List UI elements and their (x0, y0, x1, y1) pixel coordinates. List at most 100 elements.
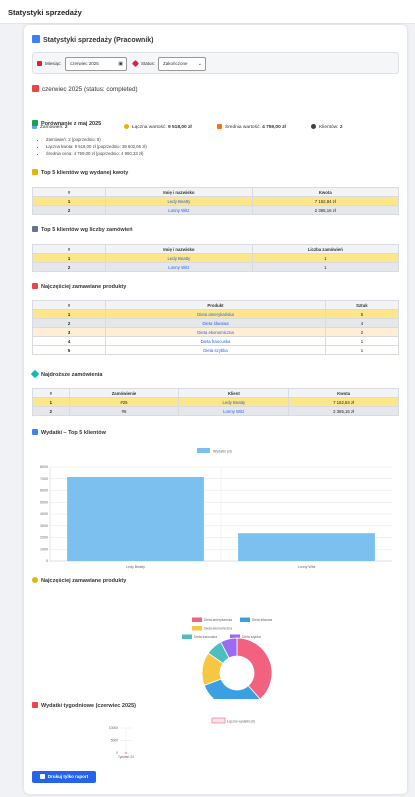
pie-chart-heading: Najczęściej zamawiane produkty (41, 578, 127, 584)
legend-swatch (197, 448, 210, 453)
stat-average: Średnia wartość: 4 759,00 zł (217, 124, 286, 130)
trend-icon (32, 120, 38, 126)
chart-icon (32, 35, 40, 43)
table-row: 2 Lonny Witz 1 (31, 262, 400, 272)
y-tick-label: 5000 (40, 500, 48, 504)
legend-swatch (211, 717, 226, 724)
legend-swatch (182, 634, 192, 639)
column-header: Produkt (105, 300, 326, 310)
print-report-button[interactable]: Drukuj tylko raport (32, 771, 96, 783)
table-row: 2 #6 Lonny Witz 2 365,16 zł (32, 406, 399, 416)
table-row: 2 Dieta śliwowa 4 (31, 318, 400, 328)
report-card: Statystyki sprzedaży (Pracownik) Miesiąc… (24, 25, 407, 794)
y-tick-label: 3000 (40, 524, 48, 528)
bar (238, 533, 375, 561)
diamond-icon (30, 369, 40, 379)
calendar-icon (32, 702, 38, 708)
spending-bar-chart: Wydatki (zł) 0 1000 2000 3000 4000 5000 6000 700… (32, 443, 399, 573)
utensils-icon (32, 283, 38, 289)
client-link[interactable]: Lonny Witz (105, 205, 253, 215)
report-title: Statystyki sprzedaży (Pracownik) (43, 37, 154, 44)
list-item: Zamówień: 2 (poprzednio: 8) (46, 137, 147, 144)
table-header-row: # Imię i nazwisko Liczba zamówień (31, 244, 400, 254)
bar-chart-heading: Wydatki – Top 5 klientów (41, 430, 106, 436)
top-orders-heading: Top 5 klientów wg liczby zamówień (41, 227, 133, 233)
month-input[interactable]: czerwiec 2025 ▣ (65, 57, 127, 71)
column-header: Imię i nazwisko (105, 244, 253, 254)
weekly-line-chart: Łączne wydatki (zł) 0 5000 10000 Tydzień 24 (32, 715, 399, 763)
pin-icon (131, 59, 140, 68)
pie-chart-heading-row: Najczęściej zamawiane produkty (32, 577, 126, 584)
y-tick-label: 4000 (40, 512, 48, 516)
bar-chart-heading-row: Wydatki – Top 5 klientów (32, 429, 106, 436)
bar (67, 476, 204, 561)
top-amount-table: # Imię i nazwisko Kwota 1 Ledy Beatty 7 … (31, 187, 400, 215)
expensive-orders-heading-row: Najdroższe zamówienia (30, 369, 103, 379)
chart-icon (32, 429, 38, 435)
expensive-orders-table: # Zamówienie Klient Kwota 1 #25 Ledy Bea… (32, 388, 399, 416)
table-row: 1 #25 Ledy Beatty 7 152,84 zł (32, 397, 399, 407)
stat-total: Łączna wartość: 9 518,00 zł (124, 124, 192, 130)
month-filter-label: Miesiąc: (37, 61, 62, 66)
column-header: Zamówienie (68, 388, 180, 398)
client-link[interactable]: Ledy Beatty (105, 253, 253, 263)
stat-clients: Klientów: 2 (311, 124, 342, 130)
column-header: # (32, 388, 70, 398)
column-header: # (31, 244, 107, 254)
money-bag-icon (124, 124, 129, 129)
top-amount-heading: Top 5 klientów wg wydanej kwoty (41, 170, 129, 176)
legend-label: Wydatki (zł) (213, 449, 232, 453)
top-bar: Statystyki sprzedaży (0, 0, 415, 24)
client-link[interactable]: Lonny Witz (178, 406, 290, 416)
client-link[interactable]: Ledy Beatty (178, 397, 290, 407)
expensive-orders-heading: Najdroższe zamówienia (41, 372, 103, 378)
top-products-table: # Produkt Sztuk 1 Dieta amerykańska 5 2 … (31, 300, 400, 355)
column-header: Liczba zamówień (251, 244, 400, 254)
calendar-icon (32, 85, 39, 92)
table-header-row: # Imię i nazwisko Kwota (31, 187, 400, 197)
status-filter-label: Status: (131, 59, 155, 68)
product-link[interactable]: Dieta amerykańska (105, 309, 326, 319)
comparison-list: Zamówień: 2 (poprzednio: 8) Łączna kwota… (40, 137, 147, 157)
y-tick-label: 7000 (40, 477, 48, 481)
product-link[interactable]: Dieta szybka (105, 345, 326, 355)
x-tick-label: Ledy Beatty (126, 565, 145, 569)
calendar-picker-icon[interactable]: ▣ (118, 58, 123, 70)
product-link[interactable]: Dieta śliwowa (105, 318, 326, 328)
legend-label: Dieta szybka (242, 635, 261, 639)
comparison-heading-row: Porównanie z maj 2025 (32, 120, 101, 127)
product-link[interactable]: Dieta francuska (105, 336, 326, 346)
legend-label: Dieta śliwowa (252, 618, 272, 622)
table-header-row: # Produkt Sztuk (31, 300, 400, 310)
client-link[interactable]: Lonny Witz (105, 262, 253, 272)
x-tick-label: Lonny Witz (298, 565, 316, 569)
top-orders-heading-row: Top 5 klientów wg liczby zamówień (32, 226, 133, 233)
table-row: 5 Dieta szybka 1 (31, 345, 400, 355)
x-tick-label: Tydzień 24 (118, 755, 134, 759)
weekly-heading: Wydatki tygodniowe (czerwiec 2025) (41, 703, 136, 709)
column-header: Klient (178, 388, 290, 398)
products-doughnut-chart: Dieta amerykańska Dieta śliwowa Dieta ekon… (32, 591, 399, 709)
status-select[interactable]: Zakończone ⌄ (158, 57, 206, 71)
legend-label: Dieta amerykańska (204, 618, 232, 622)
list-item: Średnia cena: 4 759,00 zł (poprzednio: 4… (46, 151, 147, 158)
legend-swatch (192, 626, 202, 631)
period-heading-row: czerwiec 2025 (status: completed) (32, 85, 138, 93)
client-link[interactable]: Ledy Beatty (105, 196, 253, 206)
y-tick-label: 2000 (40, 536, 48, 540)
table-row: 3 Dieta ekonomiczna 2 (31, 327, 400, 337)
column-header: Kwota (251, 187, 400, 197)
data-point (125, 752, 127, 754)
product-link[interactable]: Dieta ekonomiczna (105, 327, 326, 337)
y-tick-label: 6000 (40, 489, 48, 493)
column-header: Imię i nazwisko (105, 187, 253, 197)
y-tick-label: 0 (46, 559, 48, 563)
y-tick-label: 8000 (40, 465, 48, 469)
table-row: 1 Ledy Beatty 1 (31, 253, 400, 263)
top-products-heading: Najczęściej zamawiane produkty (41, 284, 127, 290)
legend-swatch (192, 617, 202, 622)
table-row: 1 Dieta amerykańska 5 (31, 309, 400, 319)
filter-bar: Miesiąc: czerwiec 2025 ▣ Status: Zakończ… (32, 52, 399, 74)
top-orders-table: # Imię i nazwisko Liczba zamówień 1 Ledy… (31, 244, 400, 272)
users-icon (311, 124, 316, 129)
